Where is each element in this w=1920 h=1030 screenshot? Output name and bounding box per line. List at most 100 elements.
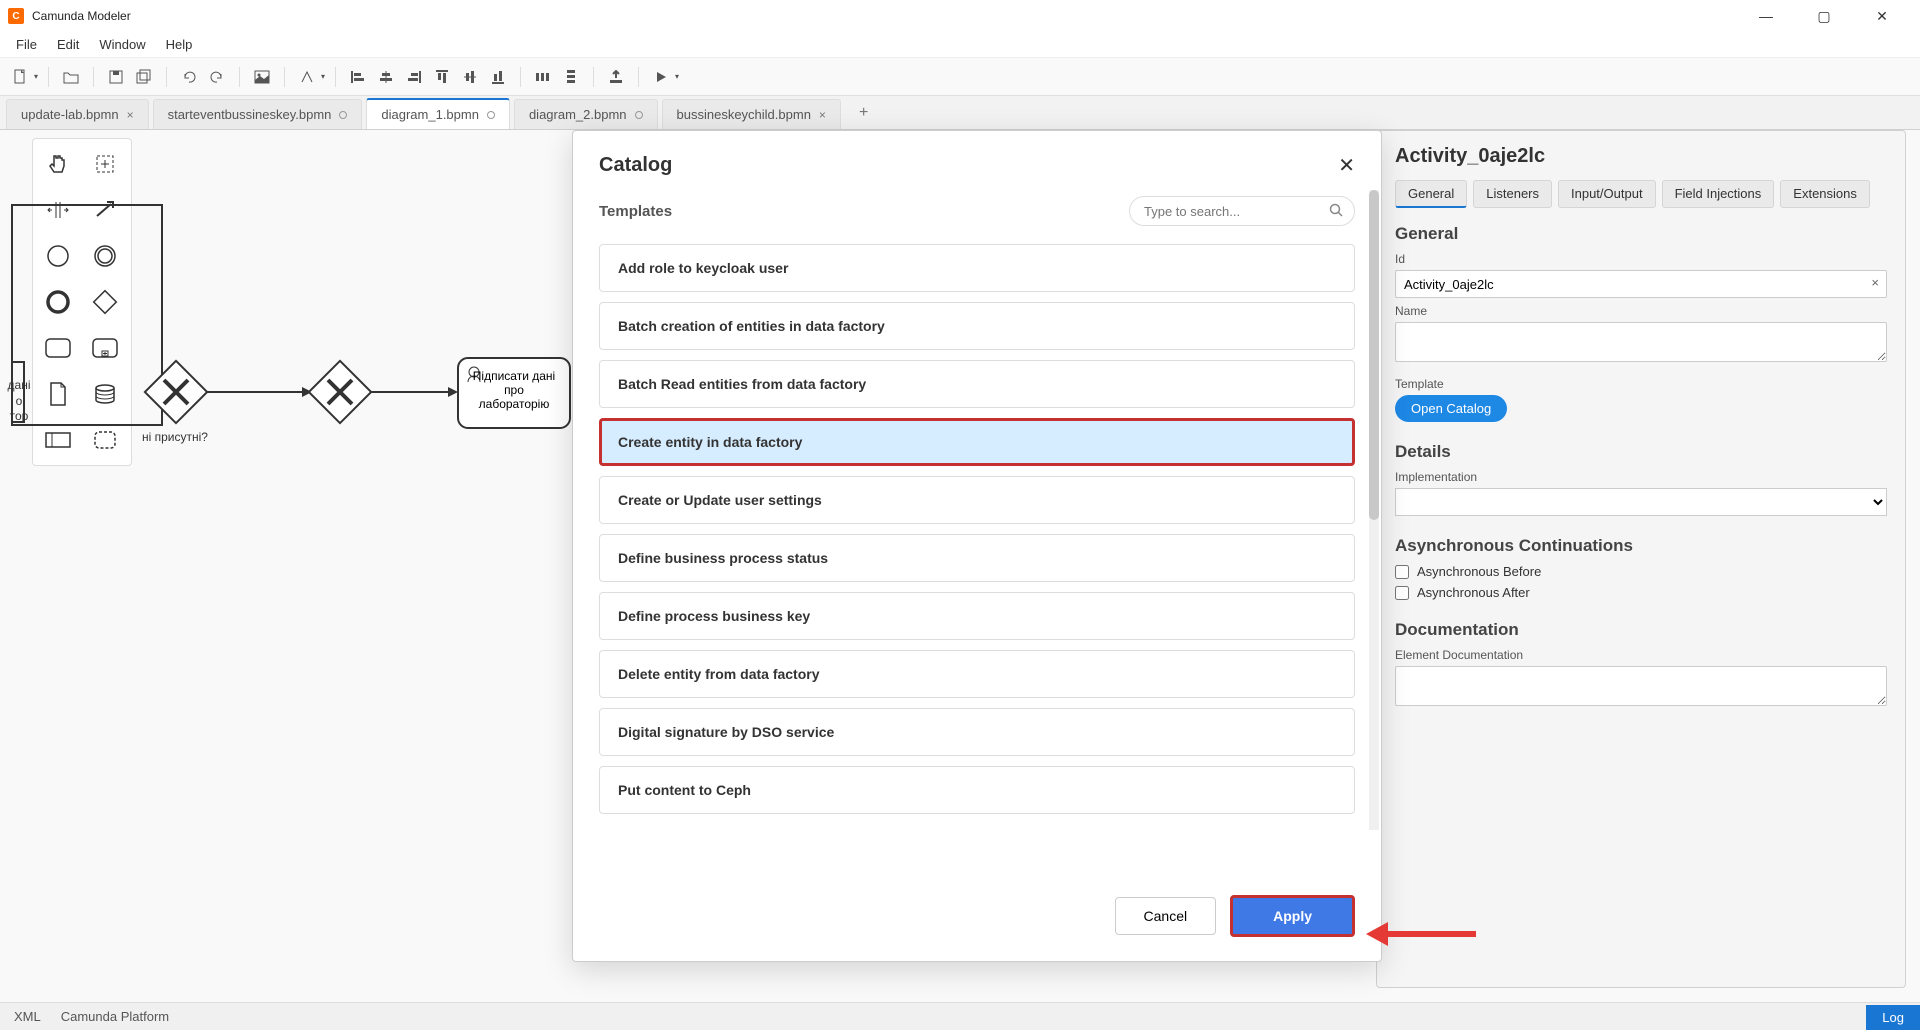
close-icon[interactable]: ✕ bbox=[1338, 153, 1355, 178]
save-all-icon[interactable] bbox=[132, 65, 156, 89]
template-item[interactable]: Batch Read entities from data factory bbox=[599, 360, 1355, 408]
async-after-row[interactable]: Asynchronous After bbox=[1395, 585, 1887, 600]
deploy-icon[interactable] bbox=[604, 65, 628, 89]
group-icon[interactable] bbox=[86, 421, 124, 459]
async-before-checkbox[interactable] bbox=[1395, 565, 1409, 579]
search-input[interactable] bbox=[1129, 196, 1355, 226]
template-item[interactable]: Put content to Ceph bbox=[599, 766, 1355, 814]
template-item[interactable]: Batch creation of entities in data facto… bbox=[599, 302, 1355, 350]
template-item[interactable]: Create entity in data factory bbox=[599, 418, 1355, 466]
tab-label: diagram_2.bpmn bbox=[529, 107, 627, 122]
distribute-v-icon[interactable] bbox=[559, 65, 583, 89]
maximize-button[interactable]: ▢ bbox=[1804, 2, 1844, 30]
scrollbar-thumb[interactable] bbox=[1369, 190, 1379, 520]
play-icon[interactable] bbox=[649, 65, 673, 89]
caret-icon[interactable]: ▾ bbox=[321, 72, 325, 81]
cancel-button[interactable]: Cancel bbox=[1115, 897, 1217, 935]
align-top-icon[interactable] bbox=[430, 65, 454, 89]
end-event-icon[interactable] bbox=[39, 283, 77, 321]
tab-general[interactable]: General bbox=[1395, 180, 1467, 208]
tab-io[interactable]: Input/Output bbox=[1558, 180, 1656, 208]
separator bbox=[638, 67, 639, 87]
template-item[interactable]: Delete entity from data factory bbox=[599, 650, 1355, 698]
tool-palette bbox=[32, 138, 132, 466]
close-icon[interactable]: × bbox=[127, 108, 134, 122]
save-icon[interactable] bbox=[104, 65, 128, 89]
async-after-checkbox[interactable] bbox=[1395, 586, 1409, 600]
xml-view-button[interactable]: XML bbox=[14, 1009, 41, 1024]
space-tool-icon[interactable] bbox=[39, 191, 77, 229]
implementation-select[interactable] bbox=[1395, 488, 1887, 516]
template-item[interactable]: Define process business key bbox=[599, 592, 1355, 640]
intermediate-event-icon[interactable] bbox=[86, 237, 124, 275]
close-icon[interactable]: × bbox=[819, 108, 826, 122]
undo-icon[interactable] bbox=[177, 65, 201, 89]
subprocess-icon[interactable] bbox=[86, 329, 124, 367]
image-icon[interactable] bbox=[250, 65, 274, 89]
data-object-icon[interactable] bbox=[39, 375, 77, 413]
statusbar: XML Camunda Platform Log bbox=[0, 1002, 1920, 1030]
task-icon[interactable] bbox=[39, 329, 77, 367]
highlight-icon[interactable] bbox=[295, 65, 319, 89]
template-item[interactable]: Digital signature by DSO service bbox=[599, 708, 1355, 756]
align-right-icon[interactable] bbox=[402, 65, 426, 89]
section-general: General bbox=[1395, 224, 1887, 244]
tab-diagram-1[interactable]: diagram_1.bpmn bbox=[366, 98, 510, 129]
menu-help[interactable]: Help bbox=[156, 34, 203, 55]
caret-icon[interactable]: ▾ bbox=[675, 72, 679, 81]
tab-extensions[interactable]: Extensions bbox=[1780, 180, 1870, 208]
tab-startevent[interactable]: starteventbussineskey.bpmn bbox=[153, 99, 363, 129]
gateway-icon[interactable] bbox=[86, 283, 124, 321]
template-item[interactable]: Define business process status bbox=[599, 534, 1355, 582]
align-center-v-icon[interactable] bbox=[458, 65, 482, 89]
separator bbox=[520, 67, 521, 87]
menu-edit[interactable]: Edit bbox=[47, 34, 89, 55]
hand-tool-icon[interactable] bbox=[39, 145, 77, 183]
modal-footer: Cancel Apply bbox=[573, 877, 1381, 961]
log-button[interactable]: Log bbox=[1866, 1005, 1920, 1030]
redo-icon[interactable] bbox=[205, 65, 229, 89]
close-button[interactable]: ✕ bbox=[1862, 2, 1902, 30]
id-input[interactable] bbox=[1395, 270, 1887, 298]
tab-update-lab[interactable]: update-lab.bpmn× bbox=[6, 99, 149, 129]
apply-button[interactable]: Apply bbox=[1230, 895, 1355, 937]
tab-field-injections[interactable]: Field Injections bbox=[1662, 180, 1775, 208]
element-doc-input[interactable] bbox=[1395, 666, 1887, 706]
platform-label: Camunda Platform bbox=[61, 1009, 169, 1024]
align-center-h-icon[interactable] bbox=[374, 65, 398, 89]
distribute-h-icon[interactable] bbox=[531, 65, 555, 89]
modal-body: Templates Add role to keycloak user Batch… bbox=[573, 190, 1381, 877]
pool-icon[interactable] bbox=[39, 421, 77, 459]
tab-diagram-2[interactable]: diagram_2.bpmn bbox=[514, 99, 658, 129]
templates-label: Templates bbox=[599, 203, 672, 220]
menu-file[interactable]: File bbox=[6, 34, 47, 55]
async-before-label: Asynchronous Before bbox=[1417, 564, 1541, 579]
template-item[interactable]: Create or Update user settings bbox=[599, 476, 1355, 524]
scrollbar[interactable] bbox=[1369, 190, 1379, 830]
async-after-label: Asynchronous After bbox=[1417, 585, 1530, 600]
new-tab-button[interactable]: + bbox=[845, 97, 882, 129]
name-input[interactable] bbox=[1395, 322, 1887, 362]
separator bbox=[93, 67, 94, 87]
data-store-icon[interactable] bbox=[86, 375, 124, 413]
modal-header: Catalog ✕ bbox=[573, 131, 1381, 190]
caret-icon[interactable]: ▾ bbox=[34, 72, 38, 81]
minimize-button[interactable]: — bbox=[1746, 2, 1786, 30]
align-left-icon[interactable] bbox=[346, 65, 370, 89]
template-item[interactable]: Add role to keycloak user bbox=[599, 244, 1355, 292]
menu-window[interactable]: Window bbox=[89, 34, 155, 55]
start-event-icon[interactable] bbox=[39, 237, 77, 275]
clear-icon[interactable]: × bbox=[1871, 275, 1879, 290]
connect-tool-icon[interactable] bbox=[86, 191, 124, 229]
tab-listeners[interactable]: Listeners bbox=[1473, 180, 1552, 208]
align-bottom-icon[interactable] bbox=[486, 65, 510, 89]
tab-bussineskeychild[interactable]: bussineskeychild.bpmn× bbox=[662, 99, 841, 129]
async-before-row[interactable]: Asynchronous Before bbox=[1395, 564, 1887, 579]
modified-icon bbox=[635, 111, 643, 119]
toolbar: ▾ ▾ ▾ bbox=[0, 58, 1920, 96]
open-catalog-button[interactable]: Open Catalog bbox=[1395, 395, 1507, 422]
lasso-tool-icon[interactable] bbox=[86, 145, 124, 183]
new-file-icon[interactable] bbox=[8, 65, 32, 89]
catalog-modal: Catalog ✕ Templates Add role to keycloak… bbox=[572, 130, 1382, 962]
open-file-icon[interactable] bbox=[59, 65, 83, 89]
